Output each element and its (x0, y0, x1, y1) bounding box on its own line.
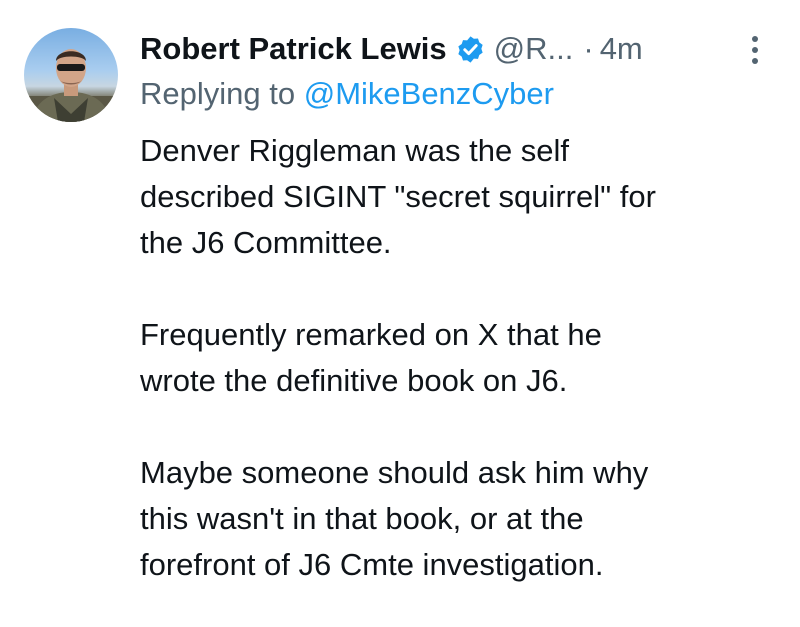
tweet-body: Denver Riggleman was the self described … (140, 128, 780, 588)
reply-prefix: Replying to (140, 76, 304, 111)
tweet: Robert Patrick Lewis @R... · 4m Replying… (0, 0, 800, 627)
tweet-paragraph: Maybe someone should ask him why this wa… (140, 450, 780, 588)
reply-mention-link[interactable]: @MikeBenzCyber (304, 76, 554, 111)
tweet-paragraph: Frequently remarked on X that he wrote t… (140, 312, 780, 404)
avatar-photo (24, 49, 118, 122)
verified-badge-icon (455, 34, 486, 65)
tweet-line: this wasn't in that book, or at the (140, 501, 584, 536)
tweet-line: Maybe someone should ask him why (140, 455, 649, 490)
tweet-line: the J6 Committee. (140, 225, 392, 260)
tweet-line: wrote the definitive book on J6. (140, 363, 568, 398)
tweet-paragraph: Denver Riggleman was the self described … (140, 128, 780, 266)
tweet-line: Frequently remarked on X that he (140, 317, 602, 352)
timestamp[interactable]: 4m (600, 31, 643, 67)
tweet-line: described SIGINT "secret squirrel" for (140, 179, 656, 214)
more-vertical-icon[interactable] (748, 34, 762, 66)
separator-dot: · (583, 31, 594, 66)
author-name[interactable]: Robert Patrick Lewis (140, 31, 447, 67)
author-handle[interactable]: @R... (494, 31, 574, 67)
tweet-header: Robert Patrick Lewis @R... · 4m (140, 24, 780, 74)
avatar[interactable] (24, 28, 118, 122)
tweet-line: Denver Riggleman was the self (140, 133, 570, 168)
reply-context: Replying to @MikeBenzCyber (140, 76, 554, 112)
tweet-line: forefront of J6 Cmte investigation. (140, 547, 604, 582)
